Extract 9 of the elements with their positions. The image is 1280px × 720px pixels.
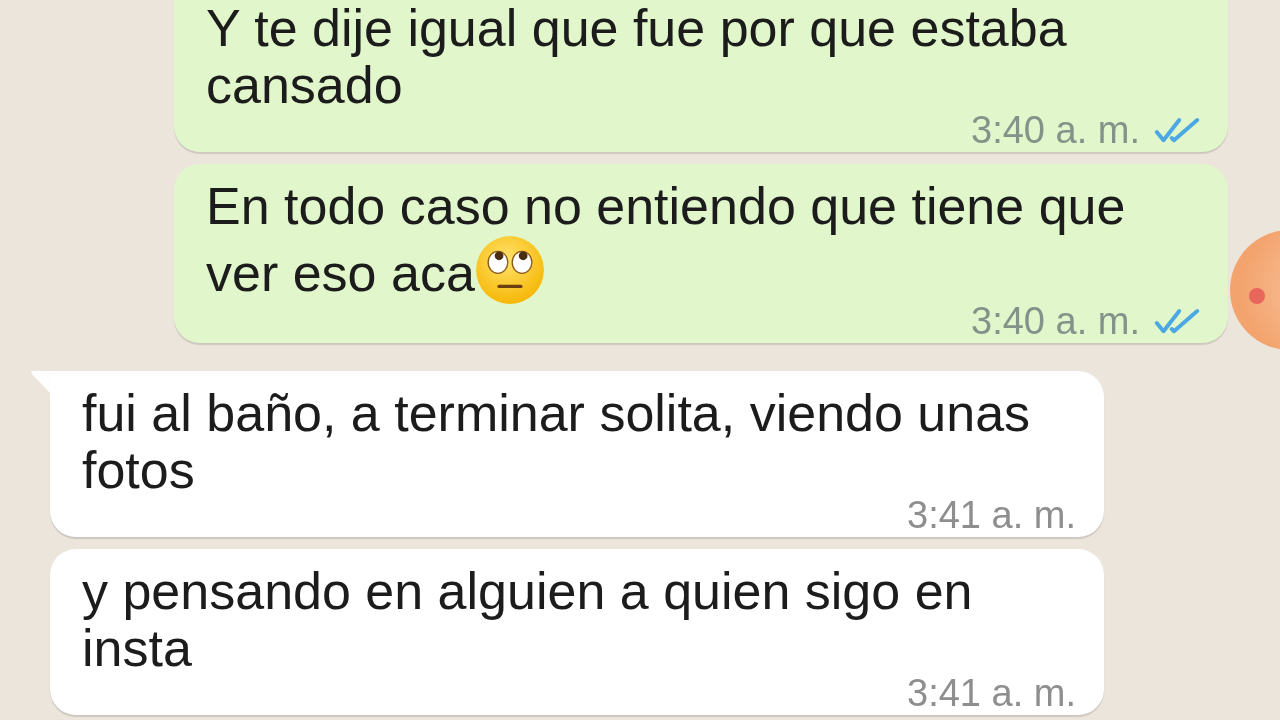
message-text: En todo caso no entiendo que tiene que ver eso aca	[206, 178, 1200, 305]
message-time: 3:41 a. m.	[907, 499, 1076, 531]
message-time: 3:40 a. m.	[971, 305, 1140, 337]
message-text: y pensando en alguien a quien sigo en insta	[82, 563, 974, 677]
recorder-bubble-icon[interactable]	[1228, 228, 1280, 352]
message-time: 3:41 a. m.	[907, 677, 1076, 709]
message-text: fui al baño, a terminar solita, viendo unas fotos	[82, 385, 1032, 499]
message-time: 3:40 a. m.	[971, 114, 1140, 146]
message-text: Y te dije igual que fue por que estaba cansado	[206, 0, 1068, 114]
